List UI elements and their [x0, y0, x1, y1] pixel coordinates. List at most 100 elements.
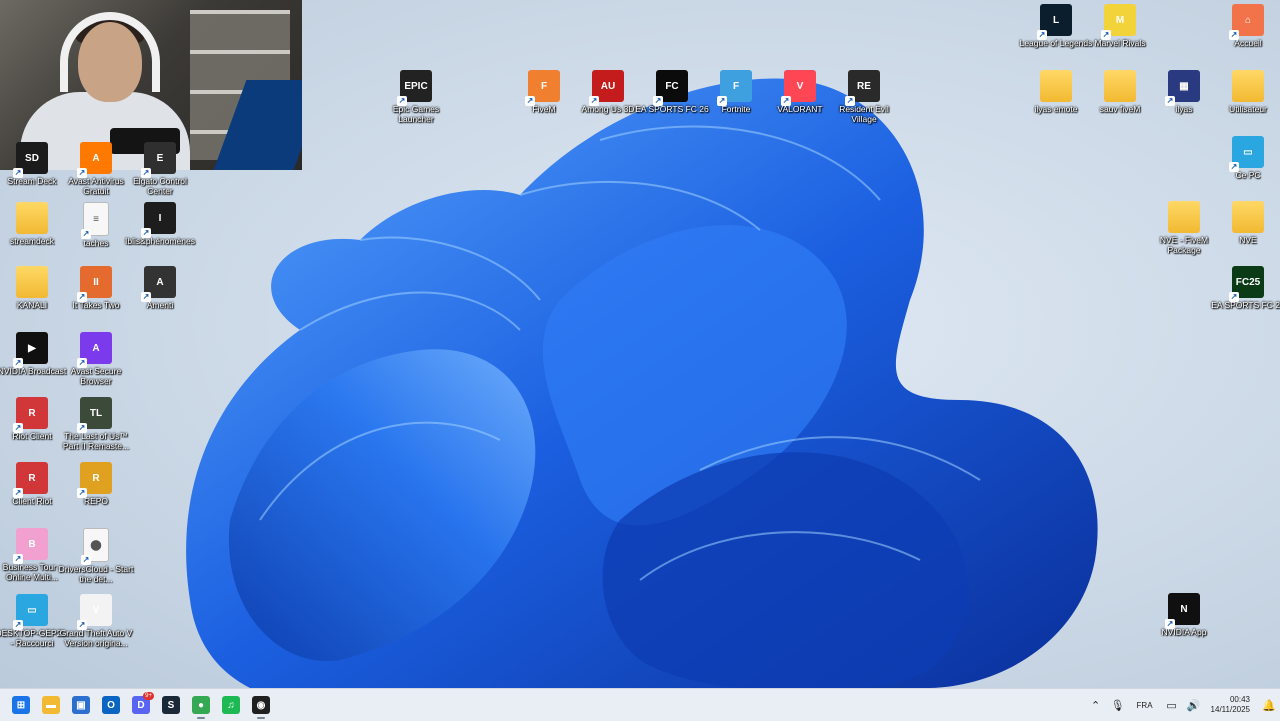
icon-label: DriversCloud - Start the det... [58, 564, 134, 584]
icon-label: Ce PC [1235, 170, 1261, 180]
app-icon: FC [653, 70, 688, 106]
app-icon: I [141, 202, 176, 238]
spotify-button[interactable]: ♫ [216, 690, 246, 720]
app-icon: V [781, 70, 816, 106]
icon-label: Elgato Control Center [133, 176, 187, 196]
discord-button[interactable]: D 9+ [126, 690, 156, 720]
spotify-icon: ♫ [222, 696, 240, 714]
language-indicator[interactable]: FRA [1129, 701, 1161, 710]
folder-icon [1104, 70, 1136, 102]
app-icon: M [1101, 4, 1136, 40]
desktop-icon[interactable]: AAmenti [122, 266, 198, 310]
app-icon: R [13, 462, 48, 498]
app-icon: N [1165, 593, 1200, 629]
notification-icon[interactable]: 🔔 [1258, 689, 1280, 721]
desktop[interactable]: SDStream DeckAAvast Antivirus GratuitEEl… [0, 0, 1280, 688]
app-icon: A [141, 266, 176, 302]
store-icon: ▣ [72, 696, 90, 714]
desktop-icon[interactable]: REResident Evil Village [826, 70, 902, 124]
desktop-icon[interactable]: ⬤DriversCloud - Start the det... [58, 528, 134, 584]
app-icon: A [77, 332, 112, 368]
outlook-icon: O [102, 696, 120, 714]
desktop-icon[interactable]: AAvast Secure Browser [58, 332, 134, 386]
app-icon: AU [589, 70, 624, 106]
file-explorer-button[interactable]: ▬ [36, 690, 66, 720]
app-icon: E [141, 142, 176, 178]
desktop-icon[interactable]: EPICEpic Games Launcher [378, 70, 454, 124]
app-icon: ▦ [1165, 70, 1200, 106]
app-icon: A [77, 142, 112, 178]
clock[interactable]: 00:43 14/11/2025 [1205, 695, 1258, 715]
icon-label: Epic Games Launcher [392, 104, 440, 124]
chrome-icon: ● [192, 696, 210, 714]
desktop-icon[interactable]: VGrand Theft Auto V Version origina... [58, 594, 134, 648]
folder-icon [1168, 201, 1200, 233]
app-icon: ▶ [13, 332, 48, 368]
obs-button[interactable]: ◉ [246, 690, 276, 720]
app-icon: R [13, 397, 48, 433]
app-icon: EPIC [397, 70, 432, 106]
desktop-icon[interactable]: FC25EA SPORTS FC 25 [1210, 266, 1280, 310]
network-icon[interactable]: ▭ [1161, 689, 1183, 721]
app-icon: II [77, 266, 112, 302]
chevron-up-icon[interactable]: ⌃ [1085, 689, 1107, 721]
icon-label: Grand Theft Auto V Version origina... [59, 628, 133, 648]
desktop-icon[interactable]: ⌂Accueil [1210, 4, 1280, 48]
icon-label: EA SPORTS FC 25 [1211, 300, 1280, 310]
volume-icon[interactable]: 🔊 [1183, 689, 1205, 721]
file-explorer-icon: ▬ [42, 696, 60, 714]
app-icon: SD [13, 142, 48, 178]
icon-label: The Last of Us™ Part II Remaste... [62, 431, 130, 451]
app-icon: V [77, 594, 112, 630]
store-button[interactable]: ▣ [66, 690, 96, 720]
icon-label: Resident Evil Village [839, 104, 889, 124]
folder-icon [16, 266, 48, 298]
desktop-icon[interactable]: RREPO [58, 462, 134, 506]
desktop-icon[interactable]: IIblis&phénomènes [122, 202, 198, 246]
start-button-icon: ⊞ [12, 696, 30, 714]
obs-icon: ◉ [252, 696, 270, 714]
desktop-icon[interactable]: Utilisateur [1210, 70, 1280, 114]
system-tray: ⌃ 🎙 FRA ▭ 🔊 00:43 14/11/2025 🔔 [1085, 689, 1280, 721]
app-icon: ▭ [1229, 136, 1264, 172]
taskbar: ⊞ ▬ ▣ O D 9+ S ● ♫ ◉ ⌃ 🎙 FRA ▭ 🔊 00:43 14/11/2025… [0, 688, 1280, 721]
steam-button[interactable]: S [156, 690, 186, 720]
icon-label: Amenti [146, 300, 174, 310]
steam-icon: S [162, 696, 180, 714]
icon-label: Accueil [1234, 38, 1262, 48]
desktop-icon[interactable]: EElgato Control Center [122, 142, 198, 196]
microphone-icon[interactable]: 🎙 [1107, 689, 1129, 721]
icon-label: NVE [1239, 235, 1257, 245]
app-icon: TL [77, 397, 112, 433]
document-icon: ⬤ [81, 528, 109, 565]
folder-icon [1232, 70, 1264, 102]
clock-time: 00:43 [1229, 695, 1250, 704]
start-button-button[interactable]: ⊞ [6, 690, 36, 720]
app-icon: RE [845, 70, 880, 106]
outlook-button[interactable]: O [96, 690, 126, 720]
icon-label: REPO [83, 496, 109, 506]
app-icon: ▭ [13, 594, 48, 630]
desktop-icon[interactable]: TLThe Last of Us™ Part II Remaste... [58, 397, 134, 451]
app-icon: F [525, 70, 560, 106]
icon-label: NVIDIA App [1161, 627, 1207, 637]
notification-badge: 9+ [143, 692, 154, 700]
app-icon: R [77, 462, 112, 498]
desktop-icon[interactable]: ▭Ce PC [1210, 136, 1280, 180]
icon-label: Utilisateur [1229, 104, 1267, 114]
headset [60, 12, 160, 92]
desktop-icon[interactable]: NNVIDIA App [1146, 593, 1222, 637]
folder-icon [1232, 201, 1264, 233]
desktop-icon[interactable]: NVE [1210, 201, 1280, 245]
desktop-icon[interactable]: MMarvel Rivals [1082, 4, 1158, 48]
app-icon: ⌂ [1229, 4, 1264, 40]
icon-label: Avast Secure Browser [70, 366, 122, 386]
taskbar-apps: ⊞ ▬ ▣ O D 9+ S ● ♫ ◉ [6, 690, 276, 720]
app-icon: FC25 [1229, 266, 1264, 302]
document-icon: ≡ [81, 202, 109, 239]
icon-label: Iblis&phénomènes [125, 236, 195, 246]
folder-icon [16, 202, 48, 234]
app-icon: B [13, 528, 48, 564]
chrome-button[interactable]: ● [186, 690, 216, 720]
icon-label: Marvel Rivals [1094, 38, 1146, 48]
